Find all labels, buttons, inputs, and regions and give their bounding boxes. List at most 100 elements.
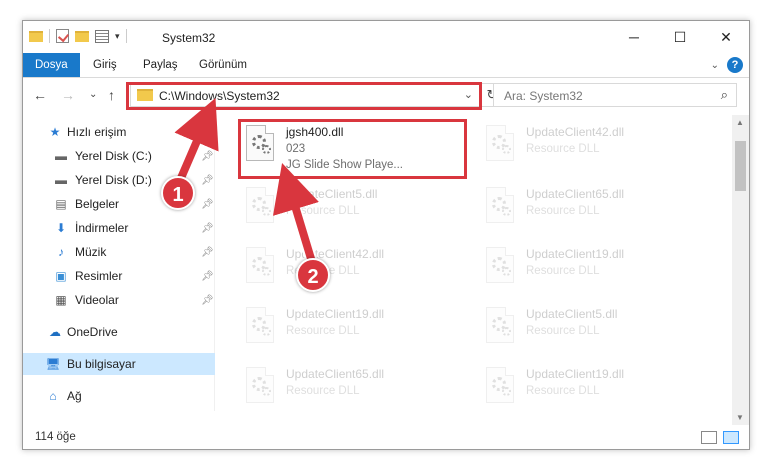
navigation-pane: ★ Hızlı erişim ▬ Yerel Disk (C:) 📌︎ ▬ Ye…	[23, 115, 215, 411]
view-switcher	[701, 431, 739, 444]
dll-file-icon	[240, 367, 280, 411]
large-icons-view-icon[interactable]	[723, 431, 739, 444]
item-count: 114 öğe	[35, 431, 76, 443]
sidebar-item-local-disk-c[interactable]: ▬ Yerel Disk (C:) 📌︎	[23, 145, 215, 167]
sidebar-item-label: Hızlı erişim	[67, 125, 127, 139]
navigation-bar: ← → ⌄ ↑ C:\Windows\System32 ⌄ ↻ Ara: Sys…	[23, 79, 749, 111]
qat-dropdown-icon[interactable]: ▾	[115, 31, 120, 42]
folder-icon	[137, 89, 153, 101]
properties-check-icon[interactable]	[56, 29, 69, 43]
sidebar-item-label: Videolar	[75, 293, 119, 307]
file-type: Resource DLL	[286, 385, 360, 397]
scrollbar-thumb[interactable]	[735, 141, 746, 191]
sidebar-item-label: Belgeler	[75, 197, 120, 211]
sidebar-item-label: İndirmeler	[75, 221, 129, 235]
title-bar: ▾ System32 ─ ☐ ✕	[23, 21, 749, 53]
sidebar-item-quick-access[interactable]: ★ Hızlı erişim	[23, 121, 215, 143]
pin-icon[interactable]: 📌︎	[201, 247, 214, 258]
minimize-button[interactable]: ─	[611, 21, 657, 53]
file-type: Resource DLL	[526, 265, 600, 277]
search-input[interactable]: Ara: System32 ⌕	[493, 83, 737, 107]
sidebar-item-videos[interactable]: ▦ Videolar 📌︎	[23, 289, 215, 311]
tab-view[interactable]: Görünüm	[187, 53, 259, 77]
sidebar-item-label: Ağ	[67, 389, 82, 403]
address-path: C:\Windows\System32	[159, 89, 280, 103]
sidebar-item-network[interactable]: ⌂ Ağ	[23, 385, 215, 407]
sidebar-item-label: Bu bilgisayar	[67, 357, 136, 371]
vertical-scrollbar[interactable]: ▲ ▼	[732, 115, 749, 425]
file-item[interactable]: UpdateClient5.dll Resource DLL	[240, 183, 470, 237]
file-name: UpdateClient42.dll	[526, 125, 625, 139]
dll-file-icon	[480, 125, 520, 169]
file-name: UpdateClient5.dll	[286, 187, 378, 201]
pin-icon[interactable]: 📌︎	[201, 151, 214, 162]
forward-icon[interactable]: →	[61, 87, 75, 103]
file-type: Resource DLL	[526, 143, 600, 155]
file-type: Resource DLL	[286, 325, 360, 337]
tab-home[interactable]: Giriş	[81, 53, 129, 77]
file-item-highlighted[interactable]: jgsh400.dll 023 JG Slide Show Playe...	[240, 121, 470, 175]
sidebar-item-this-pc[interactable]: 🖥︎ Bu bilgisayar	[23, 353, 215, 375]
sidebar-item-label: Resimler	[75, 269, 123, 283]
file-type: Resource DLL	[526, 385, 600, 397]
chevron-down-icon[interactable]: ⌄	[464, 88, 473, 101]
sidebar-item-downloads[interactable]: ⬇ İndirmeler 📌︎	[23, 217, 215, 239]
address-bar[interactable]: C:\Windows\System32 ⌄	[130, 83, 480, 107]
scroll-down-icon[interactable]: ▼	[736, 413, 744, 422]
file-item[interactable]: UpdateClient42.dll Resource DLL	[480, 121, 710, 175]
sidebar-item-label: Yerel Disk (C:)	[75, 149, 152, 163]
sidebar-item-pictures[interactable]: ▣ Resimler 📌︎	[23, 265, 215, 287]
sidebar-item-music[interactable]: ♪ Müzik 📌︎	[23, 241, 215, 263]
pin-icon[interactable]: 📌︎	[201, 295, 214, 306]
window-controls: ─ ☐ ✕	[611, 21, 749, 53]
file-item[interactable]: UpdateClient19.dll Resource DLL	[480, 243, 710, 297]
drive-icon: ▬	[55, 173, 67, 187]
quick-access-toolbar: ▾	[29, 29, 127, 43]
dll-file-icon	[240, 307, 280, 351]
dll-file-icon	[480, 187, 520, 231]
file-item[interactable]: UpdateClient42.dll Resource DLL	[240, 243, 470, 297]
search-placeholder: Ara: System32	[504, 89, 583, 103]
ribbon-tabs: Dosya Giriş Paylaş Görünüm ⌄ ?	[23, 53, 749, 78]
file-name: UpdateClient65.dll	[526, 187, 625, 201]
computer-icon: 🖥︎	[45, 357, 61, 371]
sidebar-item-label: OneDrive	[67, 325, 118, 339]
file-item[interactable]: UpdateClient65.dll Resource DLL	[480, 183, 710, 237]
scroll-up-icon[interactable]: ▲	[736, 118, 744, 127]
help-icon[interactable]: ?	[727, 57, 743, 73]
file-item[interactable]: UpdateClient19.dll Resource DLL	[480, 363, 710, 411]
network-icon: ⌂	[49, 389, 57, 403]
film-icon: ▦	[55, 293, 67, 307]
pin-icon[interactable]: 📌︎	[201, 175, 214, 186]
pictures-icon: ▣	[55, 269, 67, 283]
dll-file-icon	[240, 187, 280, 231]
dll-file-icon	[480, 307, 520, 351]
new-folder-icon[interactable]	[75, 30, 89, 42]
pin-icon[interactable]: 📌︎	[201, 223, 214, 234]
file-item[interactable]: UpdateClient19.dll Resource DLL	[240, 303, 470, 357]
divider	[49, 29, 50, 43]
recent-locations-icon[interactable]: ⌄	[89, 89, 97, 100]
explorer-window: ▾ System32 ─ ☐ ✕ Dosya Giriş Paylaş Görü…	[22, 20, 750, 450]
tab-share[interactable]: Paylaş	[131, 53, 190, 77]
file-type: Resource DLL	[526, 205, 600, 217]
file-item[interactable]: UpdateClient65.dll Resource DLL	[240, 363, 470, 411]
details-view-icon[interactable]	[701, 431, 717, 444]
file-item[interactable]: UpdateClient5.dll Resource DLL	[480, 303, 710, 357]
pin-icon[interactable]: 📌︎	[201, 271, 214, 282]
pin-icon[interactable]: 📌︎	[201, 199, 214, 210]
customize-icon[interactable]	[95, 29, 109, 43]
tab-file[interactable]: Dosya	[23, 53, 80, 77]
dll-file-icon	[480, 247, 520, 291]
expand-ribbon-icon[interactable]: ⌄	[711, 60, 719, 71]
ribbon-right: ⌄ ?	[711, 57, 743, 73]
close-button[interactable]: ✕	[703, 21, 749, 53]
status-bar: 114 öğe	[23, 427, 749, 449]
cloud-icon: ☁	[49, 325, 61, 339]
sidebar-item-onedrive[interactable]: ☁ OneDrive	[23, 321, 215, 343]
back-icon[interactable]: ←	[33, 87, 47, 103]
file-type: Resource DLL	[286, 205, 360, 217]
file-name: UpdateClient42.dll	[286, 247, 385, 261]
up-icon[interactable]: ↑	[108, 87, 115, 103]
maximize-button[interactable]: ☐	[657, 21, 703, 53]
